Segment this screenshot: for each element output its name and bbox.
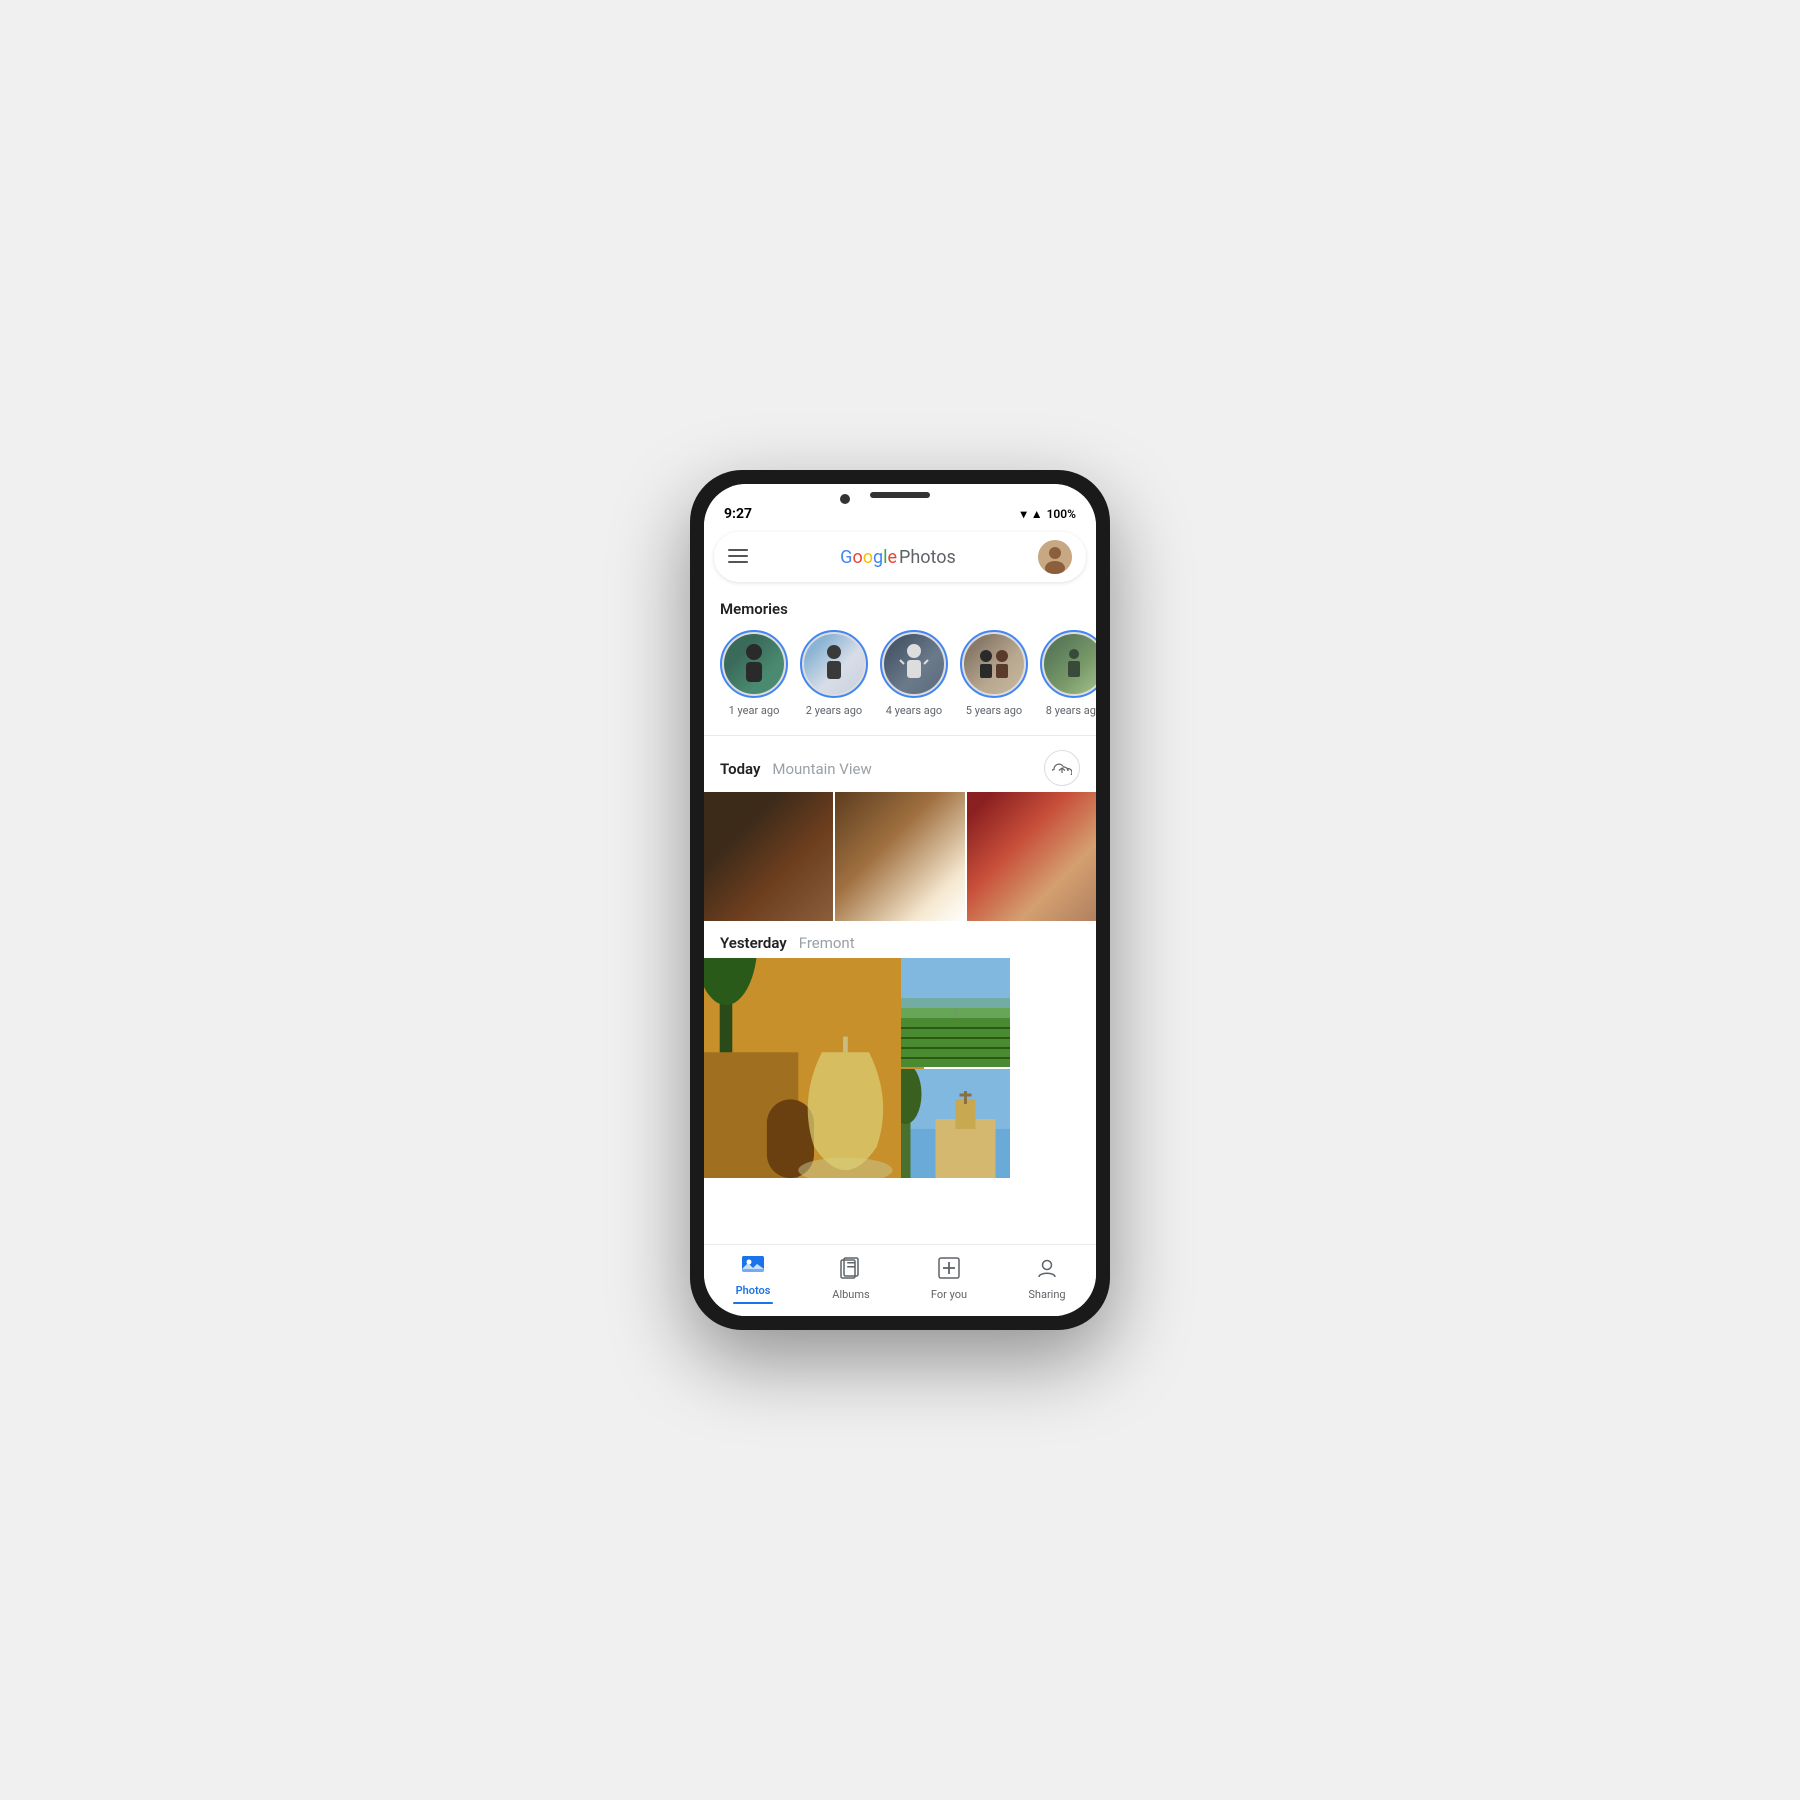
yesterday-title-row: Yesterday Fremont [720, 933, 855, 952]
albums-nav-icon [840, 1257, 862, 1285]
memory-photo-4 [1044, 634, 1096, 694]
phone-top-bar [704, 484, 1096, 502]
memories-label: Memories [704, 588, 1096, 626]
app-header: Google Photos [714, 532, 1086, 582]
photos-nav-label: Photos [736, 1284, 771, 1297]
memory-photo-1 [804, 634, 864, 694]
today-location: Mountain View [772, 760, 871, 778]
logo-g2: g [873, 547, 883, 568]
wifi-icon: ▾ [1021, 507, 1027, 521]
memories-row: 1 year ago 2 years ago [704, 626, 1096, 731]
battery-icon: 100% [1047, 507, 1076, 521]
yesterday-photo-grid [704, 958, 1096, 1180]
today-label: Today [720, 760, 760, 778]
status-bar: 9:27 ▾ ▲ 100% [704, 502, 1096, 526]
memory-label-2: 4 years ago [886, 704, 942, 717]
memory-item-3[interactable]: 5 years ago [960, 630, 1028, 717]
yesterday-label: Yesterday [720, 934, 787, 952]
yesterday-group-header: Yesterday Fremont [704, 923, 1096, 958]
logo-e: e [887, 547, 897, 568]
memory-circle-1 [800, 630, 868, 698]
today-photo-grid [704, 792, 1096, 923]
app-logo: Google Photos [758, 547, 1038, 568]
phone-screen: 9:27 ▾ ▲ 100% Google Photos [704, 484, 1096, 1316]
status-icons: ▾ ▲ 100% [1021, 507, 1076, 521]
today-group-header: Today Mountain View [704, 740, 1096, 792]
hamburger-icon[interactable] [728, 547, 748, 568]
memory-circle-4 [1040, 630, 1096, 698]
memory-item-2[interactable]: 4 years ago [880, 630, 948, 717]
today-title-row: Today Mountain View [720, 759, 872, 778]
camera-dot [840, 494, 850, 504]
nav-item-sharing[interactable]: Sharing [1017, 1257, 1077, 1301]
signal-icon: ▲ [1031, 507, 1043, 521]
nav-item-photos[interactable]: Photos [723, 1253, 783, 1304]
phone-frame: 9:27 ▾ ▲ 100% Google Photos [690, 470, 1110, 1330]
yesterday-photo-3[interactable] [901, 1069, 1010, 1178]
memory-photo-2 [884, 634, 944, 694]
nav-item-albums[interactable]: Albums [821, 1257, 881, 1301]
logo-g: G [840, 547, 852, 568]
memory-circle-2 [880, 630, 948, 698]
sharing-nav-label: Sharing [1028, 1288, 1065, 1301]
memory-circle-3 [960, 630, 1028, 698]
sharing-nav-icon [1036, 1257, 1058, 1285]
memory-photo-3 [964, 634, 1024, 694]
logo-o2: o [863, 547, 873, 568]
yesterday-location: Fremont [799, 934, 855, 952]
today-photo-3[interactable] [967, 792, 1096, 921]
today-photo-1[interactable] [704, 792, 833, 921]
yesterday-photo-1[interactable] [704, 958, 924, 1178]
yesterday-photo-2[interactable] [901, 958, 1010, 1067]
foryou-nav-label: For you [931, 1288, 967, 1301]
nav-item-foryou[interactable]: For you [919, 1257, 979, 1301]
status-time: 9:27 [724, 506, 752, 522]
today-photo-2[interactable] [835, 792, 964, 921]
divider-1 [704, 735, 1096, 736]
memory-circle-0 [720, 630, 788, 698]
memory-label-3: 5 years ago [966, 704, 1022, 717]
bottom-nav: Photos Albums [704, 1244, 1096, 1316]
albums-nav-label: Albums [832, 1288, 869, 1301]
content-scroll[interactable]: Memories 1 year ago [704, 588, 1096, 1244]
logo-o1: o [852, 547, 862, 568]
photos-nav-icon [741, 1253, 765, 1281]
cloud-upload-button[interactable] [1044, 750, 1080, 786]
memory-item-0[interactable]: 1 year ago [720, 630, 788, 717]
speaker [870, 492, 930, 498]
memory-label-4: 8 years ago [1046, 704, 1096, 717]
photos-nav-indicator [733, 1302, 773, 1304]
memory-item-1[interactable]: 2 years ago [800, 630, 868, 717]
foryou-nav-icon [938, 1257, 960, 1285]
logo-photos-text: Photos [899, 547, 956, 568]
memory-label-0: 1 year ago [729, 704, 780, 717]
memory-photo-0 [724, 634, 784, 694]
memory-item-4[interactable]: 8 years ago [1040, 630, 1096, 717]
memory-label-1: 2 years ago [806, 704, 862, 717]
avatar[interactable] [1038, 540, 1072, 574]
